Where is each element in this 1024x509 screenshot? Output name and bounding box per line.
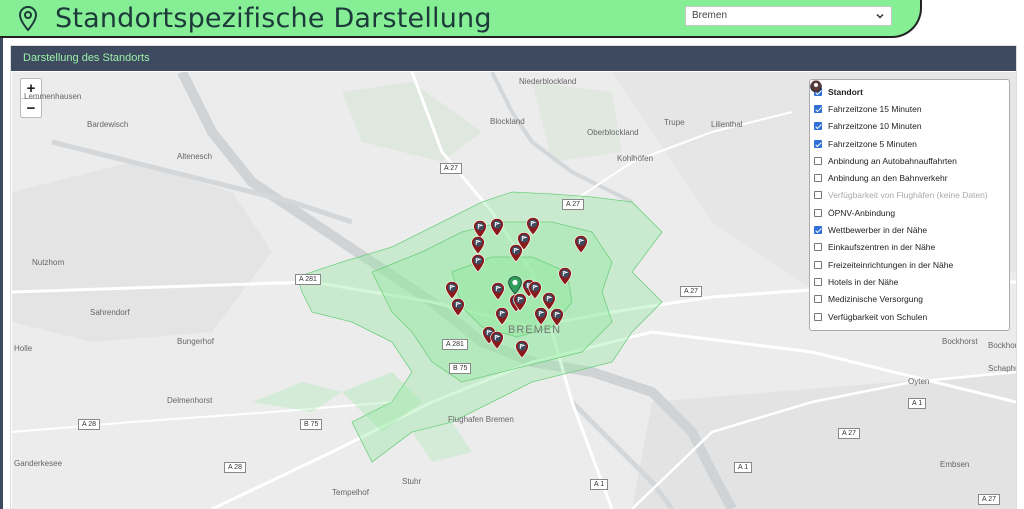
road-label: A 27 xyxy=(440,163,463,174)
layer-checkbox[interactable] xyxy=(814,243,822,252)
legend-item[interactable]: Fahrzeitzone 10 Minuten xyxy=(810,80,1005,135)
place-label: Ganderkesee xyxy=(14,459,63,468)
road-label: A 281 xyxy=(295,274,321,285)
app-header: Standortspezifische Darstellung Bremen xyxy=(0,0,922,38)
road-label: B 75 xyxy=(300,419,323,430)
layer-checkbox[interactable] xyxy=(814,139,822,148)
layer-checkbox[interactable] xyxy=(814,191,822,200)
layer-checkbox[interactable] xyxy=(814,156,822,165)
layer-checkbox[interactable] xyxy=(814,104,822,113)
legend-item[interactable]: Freizeiteinrichtungen in der Nähe xyxy=(811,80,1005,273)
place-label: Holle xyxy=(14,344,33,353)
left-accent-bar xyxy=(0,38,3,509)
place-label: Lemmenhausen xyxy=(24,92,82,101)
legend-item[interactable]: Fahrzeitzone 5 Minuten xyxy=(810,80,1005,152)
legend-item[interactable]: Standort xyxy=(811,80,1005,100)
layer-checkbox[interactable] xyxy=(814,174,822,183)
legend-item[interactable]: Wettbewerber in der Nähe xyxy=(811,80,1005,238)
legend-item-label: Fahrzeitzone 15 Minuten xyxy=(828,103,922,114)
place-label: Altenesch xyxy=(177,152,213,161)
school-pin-icon xyxy=(811,80,821,93)
road-label: A 27 xyxy=(978,494,1001,505)
legend-item[interactable]: Einkaufszentren in der Nähe xyxy=(811,80,1005,256)
legend-item[interactable]: Anbindung an Autobahnauffahrten xyxy=(811,80,1005,169)
road-label: A 27 xyxy=(838,428,861,439)
place-label: Bockhorn xyxy=(988,341,1016,350)
road-label: A 281 xyxy=(442,339,468,350)
place-label: Oberblockland xyxy=(587,128,639,137)
place-label: Blockland xyxy=(490,117,525,126)
place-label: Delmenhorst xyxy=(167,396,213,405)
legend-item-label: Standort xyxy=(828,86,863,97)
road-label: A 1 xyxy=(908,398,927,409)
place-label: Nutzhorn xyxy=(32,258,65,267)
road-label: A 27 xyxy=(680,286,703,297)
place-label: Kohlhöfen xyxy=(617,154,654,163)
place-label: Sahrendorf xyxy=(90,308,130,317)
location-pin-icon xyxy=(18,6,38,32)
layer-checkbox[interactable] xyxy=(814,122,822,131)
city-select[interactable]: Bremen xyxy=(685,6,892,26)
place-label: Schaphusen xyxy=(988,364,1016,373)
place-label: Embsen xyxy=(940,460,970,469)
legend-item-label: Anbindung an den Bahnverkehr xyxy=(828,173,948,184)
legend-item-label: Freizeiteinrichtungen in der Nähe xyxy=(828,259,954,270)
road-label: A 27 xyxy=(562,199,585,210)
legend-item-label: Anbindung an Autobahnauffahrten xyxy=(828,155,957,166)
place-label: Niederblockland xyxy=(519,77,577,86)
layer-checkbox[interactable] xyxy=(814,208,822,217)
layer-checkbox[interactable] xyxy=(814,260,822,269)
road-label: A 28 xyxy=(78,419,101,430)
place-label: Trupe xyxy=(664,118,685,127)
legend-item-label: Fahrzeitzone 10 Minuten xyxy=(828,121,922,132)
road-label: A 1 xyxy=(590,479,609,490)
legend-item[interactable]: Anbindung an den Bahnverkehr xyxy=(811,80,1005,186)
map-view[interactable]: + − A 27 A 27 A 281 A 281 A 27 A 1 A 27 … xyxy=(12,72,1016,509)
place-label: Bungerhof xyxy=(177,337,214,346)
layer-legend: Standort Fahrzeitzone 15 Minuten Fahrzeitz… xyxy=(809,79,1010,331)
place-label: Tempelhof xyxy=(332,488,369,497)
place-label: Bockhorst xyxy=(942,337,978,346)
card-title: Darstellung des Standorts xyxy=(11,46,1016,71)
page-title: Standortspezifische Darstellung xyxy=(55,3,492,34)
legend-item-label: Verfügbarkeit von Flughäfen (keine Daten… xyxy=(828,190,988,201)
legend-item[interactable]: Medizinische Versorgung xyxy=(811,80,1005,308)
layer-checkbox[interactable] xyxy=(814,277,822,286)
legend-item[interactable]: ÖPNV-Anbindung xyxy=(811,80,1005,221)
chevron-down-icon xyxy=(876,13,884,19)
legend-item[interactable]: Fahrzeitzone 15 Minuten xyxy=(810,80,1005,117)
layer-checkbox[interactable] xyxy=(814,295,822,304)
legend-item[interactable]: Verfügbarkeit von Schulen xyxy=(811,80,1005,325)
road-label: B 75 xyxy=(449,363,472,374)
place-label: Oyten xyxy=(908,377,930,386)
legend-item-label: Medizinische Versorgung xyxy=(828,294,923,305)
legend-item[interactable]: Hotels in der Nähe xyxy=(811,80,1005,290)
place-label: Flughafen Bremen xyxy=(448,415,514,424)
place-label: Stuhr xyxy=(402,477,422,486)
location-card: Darstellung des Standorts + − A 27 A 27 … xyxy=(10,45,1017,509)
road-label: A 28 xyxy=(224,462,247,473)
legend-item-label: Einkaufszentren in der Nähe xyxy=(828,242,936,253)
city-select-value: Bremen xyxy=(692,10,728,21)
place-label: Lilienthal xyxy=(711,120,743,129)
legend-item[interactable]: Verfügbarkeit von Flughäfen (keine Daten… xyxy=(811,80,1005,204)
legend-item-label: Fahrzeitzone 5 Minuten xyxy=(828,138,917,149)
city-label: BREMEN xyxy=(508,324,562,336)
layer-checkbox[interactable] xyxy=(814,226,822,235)
legend-item-label: ÖPNV-Anbindung xyxy=(828,207,896,218)
road-label: A 1 xyxy=(734,462,753,473)
place-label: Bardewisch xyxy=(87,120,129,129)
layer-checkbox[interactable] xyxy=(814,312,822,321)
legend-item-label: Verfügbarkeit von Schulen xyxy=(828,311,928,322)
legend-item-label: Wettbewerber in der Nähe xyxy=(828,225,928,236)
legend-item-label: Hotels in der Nähe xyxy=(828,276,899,287)
